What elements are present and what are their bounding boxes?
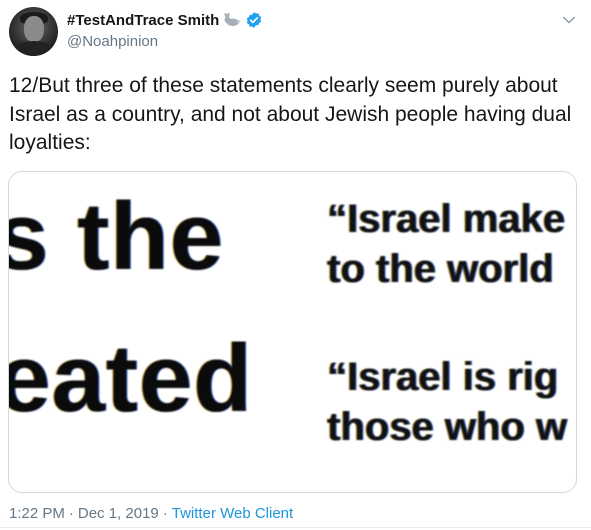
media-left-fragment-top: s the [8, 183, 225, 290]
author-name-row[interactable]: #TestAndTrace Smith [67, 11, 263, 29]
meta-separator: · [162, 505, 168, 522]
meta-separator: · [68, 505, 74, 522]
tweet-time[interactable]: 1:22 PM [9, 505, 65, 522]
media-quote-bottom: “Israel is rig those who w [327, 355, 567, 449]
media-content: s the eated “Israel make to the world “I… [9, 172, 576, 492]
tweet-media-image[interactable]: s the eated “Israel make to the world “I… [8, 171, 577, 493]
tweet-date[interactable]: Dec 1, 2019 [78, 505, 159, 522]
tweet-text: 12/But three of these statements clearly… [9, 74, 572, 154]
media-left-fragment-bottom: eated [8, 325, 253, 432]
avatar-face [24, 16, 44, 42]
verified-badge-icon [247, 12, 262, 28]
avatar-body [13, 41, 55, 56]
avatar[interactable] [9, 7, 58, 56]
tweet-meta: 1:22 PM · Dec 1, 2019 · Twitter Web Clie… [9, 505, 293, 522]
chevron-down-icon[interactable] [560, 11, 578, 29]
author-handle[interactable]: @Noahpinion [67, 33, 158, 50]
display-name[interactable]: #TestAndTrace Smith [67, 12, 219, 29]
tweet-client-link[interactable]: Twitter Web Client [172, 505, 293, 522]
media-quote-top: “Israel make to the world [327, 197, 565, 291]
divider [0, 527, 591, 528]
rabbit-icon [224, 13, 241, 26]
